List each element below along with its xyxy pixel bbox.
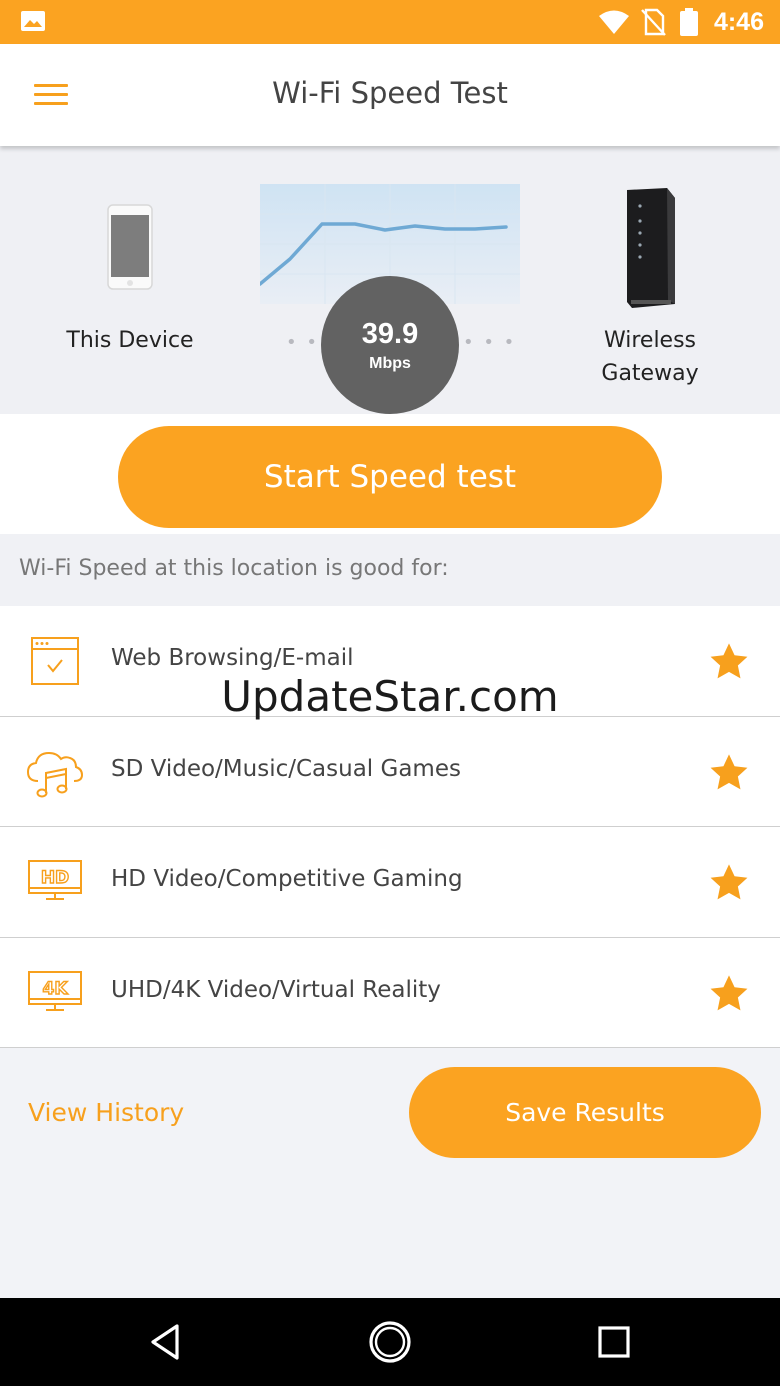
list-item: SD Video/Music/Casual Games xyxy=(0,717,780,827)
list-item-label: SD Video/Music/Casual Games xyxy=(111,755,461,782)
gateway-icon xyxy=(627,188,675,308)
this-device-label: This Device xyxy=(66,328,194,353)
status-icons: 4:46 xyxy=(598,0,764,44)
section-header: Wi-Fi Speed at this location is good for… xyxy=(0,534,780,606)
speed-unit: Mbps xyxy=(369,355,411,372)
footer: View History Save Results xyxy=(0,1048,780,1298)
view-history-link[interactable]: View History xyxy=(28,1098,184,1127)
status-time: 4:46 xyxy=(713,7,764,36)
watermark: UpdateStar.com xyxy=(221,672,559,721)
star-icon xyxy=(710,974,748,1010)
wireless-gateway: Wireless Gateway xyxy=(560,186,740,396)
list-item: 4K UHD/4K Video/Virtual Reality xyxy=(0,938,780,1048)
app-bar: Wi-Fi Speed Test xyxy=(0,44,780,146)
back-icon[interactable] xyxy=(144,1320,188,1364)
svg-text:4K: 4K xyxy=(42,979,68,999)
battery-icon xyxy=(679,8,698,36)
page-title: Wi-Fi Speed Test xyxy=(272,76,508,110)
gallery-notification-icon xyxy=(21,11,45,31)
list-item-label: Web Browsing/E-mail xyxy=(111,645,354,671)
star-icon xyxy=(710,864,748,900)
start-area: Start Speed test xyxy=(0,414,780,534)
list-item-label: UHD/4K Video/Virtual Reality xyxy=(111,976,441,1003)
speed-value: 39.9 xyxy=(361,318,419,350)
section-header-text: Wi-Fi Speed at this location is good for… xyxy=(19,556,449,581)
phone-icon xyxy=(107,204,153,290)
this-device: This Device xyxy=(40,202,220,362)
cloud-music-icon xyxy=(26,751,84,797)
hd-monitor-icon: HD xyxy=(28,860,82,900)
svg-text:HD: HD xyxy=(41,868,69,888)
home-icon[interactable] xyxy=(368,1320,412,1364)
star-icon xyxy=(710,753,748,789)
save-results-button[interactable]: Save Results xyxy=(409,1067,761,1158)
speed-result-circle: 39.9 Mbps xyxy=(321,276,459,414)
no-sim-icon xyxy=(641,8,666,36)
list-item-label: HD Video/Competitive Gaming xyxy=(111,866,463,892)
gateway-label-line1: Wireless xyxy=(603,328,697,353)
wifi-icon xyxy=(598,10,629,34)
gateway-label-line2: Gateway xyxy=(601,361,699,386)
right-connection-dots: • • • xyxy=(463,332,517,353)
status-bar: 4:46 xyxy=(0,0,780,44)
recents-icon[interactable] xyxy=(592,1320,636,1364)
4k-monitor-icon: 4K xyxy=(28,970,82,1011)
start-speed-test-button[interactable]: Start Speed test xyxy=(118,426,662,528)
list-item: HD HD Video/Competitive Gaming xyxy=(0,827,780,938)
system-nav-bar xyxy=(0,1298,780,1386)
